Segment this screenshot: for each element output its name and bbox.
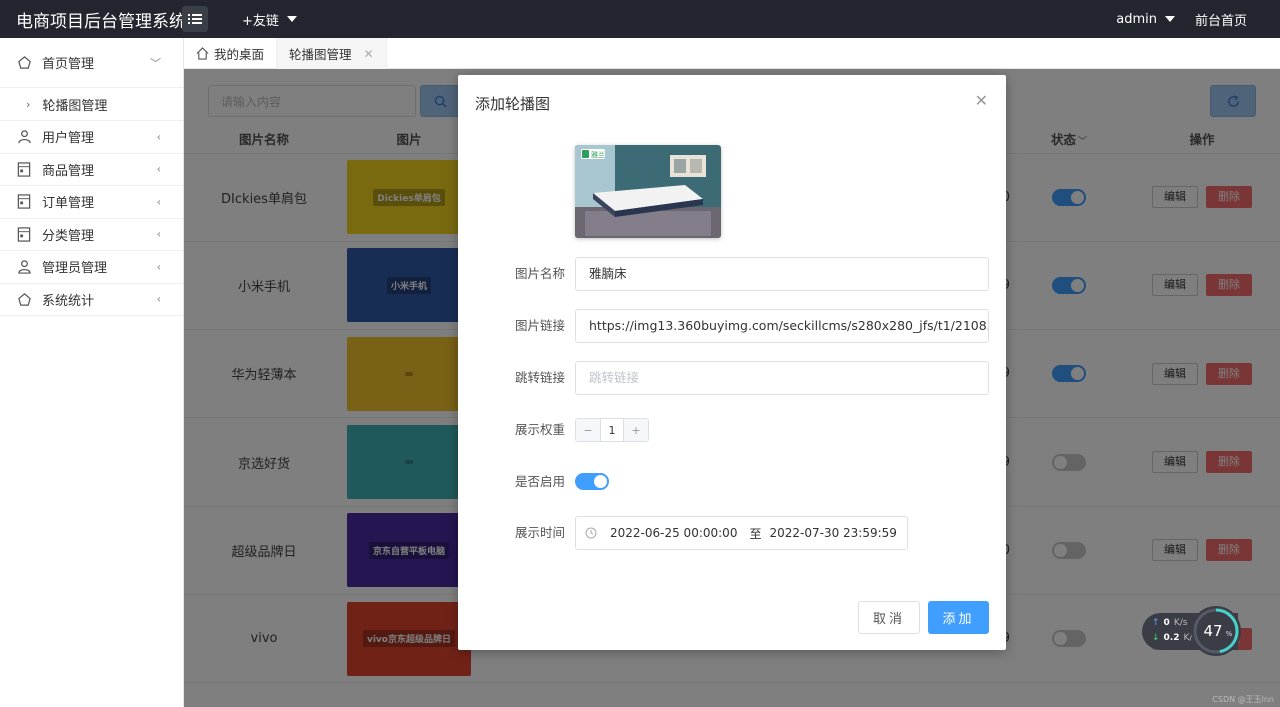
upload-unit: K/s bbox=[1173, 618, 1188, 628]
cancel-button[interactable]: 取消 bbox=[858, 601, 920, 634]
increment-button[interactable]: + bbox=[624, 419, 648, 441]
add-carousel-dialog: 添加轮播图 ✕ 雅兰 图片名称 雅腩床 图片链接 https://img13.3… bbox=[458, 75, 1006, 650]
close-icon[interactable]: ✕ bbox=[364, 47, 374, 61]
home-icon bbox=[16, 55, 32, 71]
form-row-url: 图片链接 https://img13.360buyimg.com/seckill… bbox=[458, 309, 1006, 343]
list-icon bbox=[188, 14, 202, 24]
sidebar: 首页管理 ﹀ › 轮播图管理 用户管理 ‹ 商品管理 ‹ 订单管理 ‹ 分类管理… bbox=[0, 38, 184, 707]
form-row-weight: 展示权重 − 1 + bbox=[458, 413, 1006, 447]
home-icon bbox=[196, 47, 209, 60]
top-bar: 电商项目后台管理系统 +友链 admin 前台首页 bbox=[0, 0, 1280, 38]
app-title: 电商项目后台管理系统 bbox=[16, 11, 186, 32]
jump-link-input[interactable]: 跳转链接 bbox=[575, 361, 989, 395]
chevron-left-icon: ‹ bbox=[156, 162, 161, 176]
gauge-percent-unit: % bbox=[1226, 630, 1233, 638]
name-label: 图片名称 bbox=[514, 266, 565, 281]
sidebar-item-label: 用户管理 bbox=[42, 131, 95, 147]
caret-down-icon bbox=[1164, 16, 1175, 22]
form-row-time: 展示时间 2022-06-25 00:00:00 至 2022-07-30 23… bbox=[458, 516, 1006, 550]
chevron-left-icon: ‹ bbox=[156, 292, 161, 306]
decrement-button[interactable]: − bbox=[576, 419, 600, 441]
tab-label: 我的桌面 bbox=[214, 47, 265, 62]
download-arrow-icon: ↓ bbox=[1152, 633, 1160, 643]
category-icon bbox=[16, 226, 32, 242]
sidebar-subitem-carousel[interactable]: › 轮播图管理 bbox=[0, 88, 183, 121]
weight-value[interactable]: 1 bbox=[600, 419, 624, 441]
image-preview[interactable]: 雅兰 bbox=[575, 145, 721, 238]
sidebar-item-categories[interactable]: 分类管理 ‹ bbox=[0, 219, 183, 251]
caret-down-icon bbox=[286, 16, 297, 22]
date-range-picker[interactable]: 2022-06-25 00:00:00 至 2022-07-30 23:59:5… bbox=[575, 516, 908, 550]
form-row-name: 图片名称 雅腩床 bbox=[458, 257, 1006, 291]
form-row-jump: 跳转链接 跳转链接 bbox=[458, 361, 1006, 395]
sidebar-item-label: 管理员管理 bbox=[42, 261, 108, 277]
admin-label: admin bbox=[1116, 11, 1157, 27]
sidebar-item-label: 商品管理 bbox=[42, 163, 95, 179]
watermark: CSDN @王玉lnn bbox=[1212, 695, 1274, 704]
order-icon bbox=[16, 194, 32, 210]
gauge-percent: 47 bbox=[1203, 622, 1222, 640]
sidebar-item-admins[interactable]: 管理员管理 ‹ bbox=[0, 251, 183, 284]
chevron-left-icon: ‹ bbox=[156, 227, 161, 241]
sidebar-item-stats[interactable]: 系统统计 ‹ bbox=[0, 284, 183, 316]
chevron-left-icon: ‹ bbox=[156, 130, 161, 144]
form-row-enabled: 是否启用 bbox=[458, 465, 1006, 499]
admin-menu[interactable]: admin bbox=[1116, 12, 1175, 27]
upload-speed: 0 bbox=[1163, 618, 1170, 628]
sidebar-item-orders[interactable]: 订单管理 ‹ bbox=[0, 186, 183, 219]
close-icon[interactable]: ✕ bbox=[975, 91, 988, 110]
add-button[interactable]: 添加 bbox=[928, 601, 989, 634]
friend-link-menu[interactable]: +友链 bbox=[242, 10, 297, 29]
weight-label: 展示权重 bbox=[514, 422, 565, 437]
download-speed: 0.2 bbox=[1163, 633, 1180, 643]
range-separator: 至 bbox=[749, 526, 762, 541]
tab-carousel[interactable]: 轮播图管理 ✕ bbox=[277, 38, 387, 69]
sidebar-item-label: 系统统计 bbox=[42, 293, 95, 309]
tabs-bar: 我的桌面 轮播图管理 ✕ bbox=[184, 38, 1280, 69]
admin-user-icon bbox=[16, 259, 32, 275]
sidebar-item-home[interactable]: 首页管理 ﹀ bbox=[0, 38, 183, 88]
bedroom-image: 雅兰 bbox=[575, 145, 721, 238]
tab-label: 轮播图管理 bbox=[289, 47, 352, 62]
clock-icon bbox=[585, 527, 597, 539]
sidebar-subitem-label: 轮播图管理 bbox=[42, 98, 108, 114]
chevron-left-icon: ‹ bbox=[156, 260, 161, 274]
name-input[interactable]: 雅腩床 bbox=[575, 257, 989, 291]
preview-logo: 雅兰 bbox=[591, 150, 605, 159]
start-time[interactable]: 2022-06-25 00:00:00 bbox=[610, 526, 737, 540]
frontend-home-link[interactable]: 前台首页 bbox=[1195, 10, 1247, 29]
chevron-down-icon: ﹀ bbox=[150, 56, 161, 70]
chevron-right-icon: › bbox=[26, 97, 31, 111]
chevron-left-icon: ‹ bbox=[156, 195, 161, 209]
menu-toggle-button[interactable] bbox=[182, 6, 208, 32]
url-label: 图片链接 bbox=[514, 318, 565, 333]
gauge-ring: 47 % bbox=[1193, 608, 1239, 654]
dialog-title: 添加轮播图 bbox=[475, 95, 551, 113]
sidebar-item-label: 分类管理 bbox=[42, 228, 95, 244]
product-icon bbox=[16, 161, 32, 177]
time-label: 展示时间 bbox=[514, 525, 565, 540]
sidebar-item-users[interactable]: 用户管理 ‹ bbox=[0, 121, 183, 154]
end-time[interactable]: 2022-07-30 23:59:59 bbox=[769, 526, 896, 540]
url-input[interactable]: https://img13.360buyimg.com/seckillcms/s… bbox=[575, 309, 989, 343]
stats-icon bbox=[16, 291, 32, 307]
weight-stepper: − 1 + bbox=[575, 418, 649, 442]
enabled-label: 是否启用 bbox=[514, 474, 565, 489]
user-icon bbox=[16, 129, 32, 145]
jump-label: 跳转链接 bbox=[514, 370, 565, 385]
friend-link-label: +友链 bbox=[242, 13, 279, 29]
sidebar-item-label: 订单管理 bbox=[42, 196, 95, 212]
enabled-toggle[interactable] bbox=[575, 473, 609, 490]
tab-desktop[interactable]: 我的桌面 bbox=[184, 38, 278, 69]
sidebar-item-label: 首页管理 bbox=[42, 57, 95, 72]
sidebar-item-products[interactable]: 商品管理 ‹ bbox=[0, 154, 183, 186]
usage-gauge[interactable]: 47 % bbox=[1191, 606, 1241, 656]
upload-arrow-icon: ↑ bbox=[1152, 618, 1160, 628]
